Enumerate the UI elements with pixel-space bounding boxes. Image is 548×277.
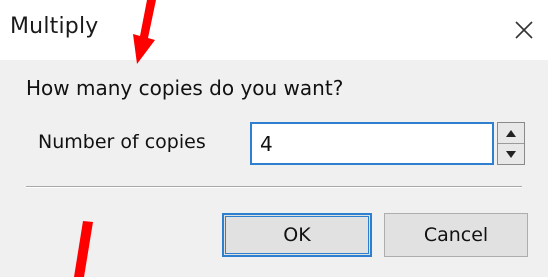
copies-spinner — [497, 122, 525, 165]
prompt-text: How many copies do you want? — [26, 76, 344, 100]
chevron-down-icon — [506, 151, 516, 158]
copies-label: Number of copies — [38, 131, 206, 153]
copies-input[interactable] — [250, 122, 494, 165]
increment-button[interactable] — [498, 123, 524, 144]
ok-button[interactable]: OK — [222, 213, 372, 257]
cancel-button-label: Cancel — [423, 224, 489, 246]
annotation-arrow-top — [133, 0, 156, 64]
decrement-button[interactable] — [498, 144, 524, 165]
annotation-arrow-bottom — [74, 221, 93, 277]
title-bar: Multiply — [0, 0, 548, 60]
divider — [26, 186, 522, 188]
dialog-title: Multiply — [10, 14, 99, 39]
ok-focus-ring — [225, 216, 369, 254]
chevron-up-icon — [506, 129, 516, 137]
close-icon — [515, 21, 533, 39]
cancel-button[interactable]: Cancel — [384, 213, 528, 257]
close-button[interactable] — [500, 0, 548, 60]
